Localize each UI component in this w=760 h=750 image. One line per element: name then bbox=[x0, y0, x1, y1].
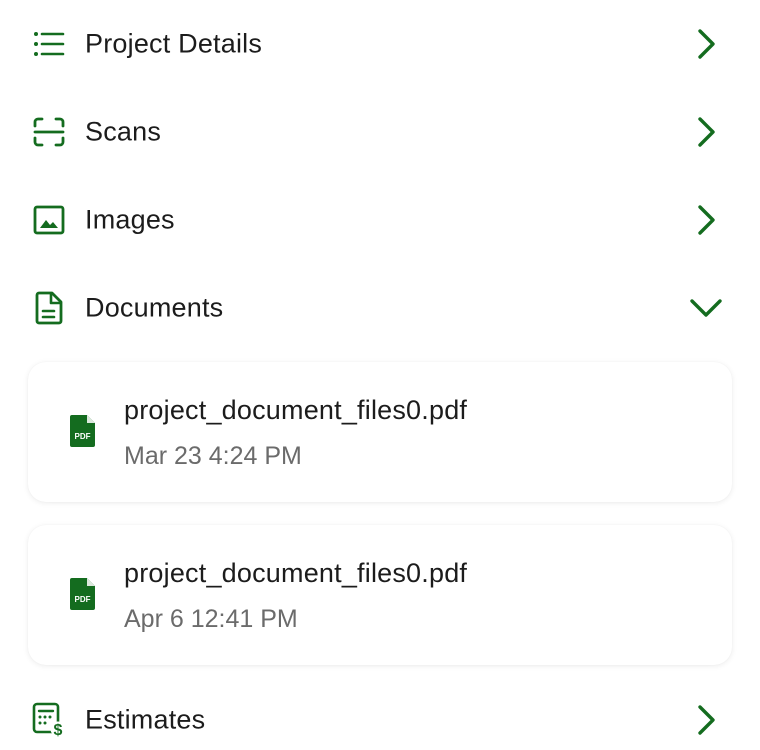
document-card[interactable]: PDF project_document_files0.pdf Apr 6 12… bbox=[28, 525, 732, 665]
estimate-icon: $ bbox=[31, 702, 67, 738]
section-documents[interactable]: Documents bbox=[0, 278, 760, 338]
document-icon bbox=[31, 290, 67, 326]
pdf-icon-label: PDF bbox=[75, 595, 91, 604]
section-label: Images bbox=[85, 204, 175, 235]
chevron-right-icon[interactable] bbox=[686, 112, 726, 152]
list-icon bbox=[31, 26, 67, 62]
chevron-right-icon[interactable] bbox=[686, 700, 726, 740]
pdf-icon: PDF bbox=[69, 577, 97, 611]
section-label: Documents bbox=[85, 292, 224, 323]
document-date: Apr 6 12:41 PM bbox=[124, 605, 298, 633]
section-label: Estimates bbox=[85, 704, 206, 735]
document-date: Mar 23 4:24 PM bbox=[124, 442, 302, 470]
chevron-down-icon[interactable] bbox=[686, 288, 726, 328]
pdf-icon: PDF bbox=[69, 414, 97, 448]
section-estimates[interactable]: $ Estimates bbox=[0, 690, 760, 750]
svg-text:$: $ bbox=[54, 722, 63, 738]
section-images[interactable]: Images bbox=[0, 190, 760, 250]
chevron-right-icon[interactable] bbox=[686, 200, 726, 240]
section-label: Project Details bbox=[85, 28, 263, 59]
section-scans[interactable]: Scans bbox=[0, 102, 760, 162]
document-card[interactable]: PDF project_document_files0.pdf Mar 23 4… bbox=[28, 362, 732, 502]
image-icon bbox=[31, 202, 67, 238]
pdf-icon-label: PDF bbox=[75, 432, 91, 441]
chevron-right-icon[interactable] bbox=[686, 24, 726, 64]
section-project-details[interactable]: Project Details bbox=[0, 14, 760, 74]
section-label: Scans bbox=[85, 116, 162, 147]
document-name: project_document_files0.pdf bbox=[124, 558, 468, 588]
document-name: project_document_files0.pdf bbox=[124, 395, 468, 425]
scan-icon bbox=[31, 114, 67, 150]
